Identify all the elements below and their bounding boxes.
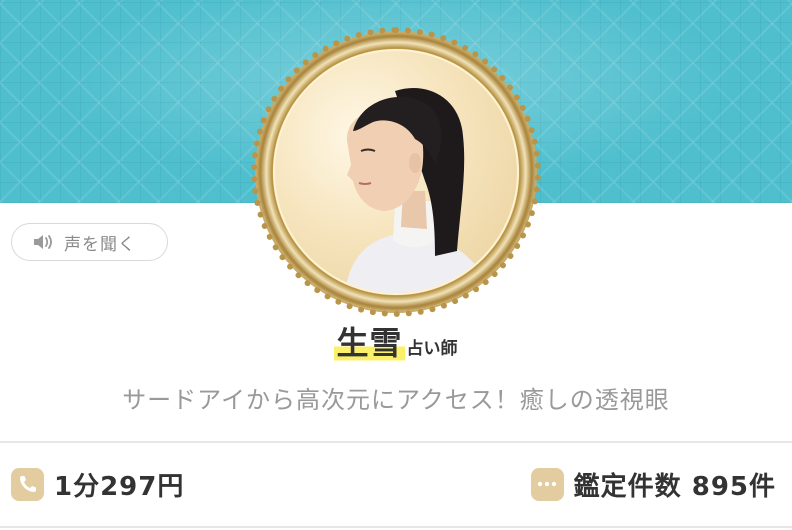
phone-icon [11, 467, 44, 501]
avatar-frame [251, 27, 541, 317]
reading-count-stat: 鑑定件数 895件 [530, 464, 776, 504]
fortune-teller-name: 生雪 [334, 318, 405, 364]
listen-voice-label: 声を聞く [64, 234, 136, 255]
fortune-teller-name-block: 生雪 占い師 [0, 318, 792, 364]
chat-bubble-icon [530, 467, 564, 501]
title-suffix: 占い師 [406, 339, 458, 359]
divider [0, 441, 792, 443]
avatar[interactable] [273, 49, 519, 295]
speaker-icon [32, 232, 54, 252]
reading-count: 鑑定件数 895件 [573, 471, 776, 502]
price-stat: 1分297円 [11, 464, 184, 504]
price-per-minute: 1分297円 [54, 471, 185, 502]
profile-tagline: サードアイから高次元にアクセス！癒しの透視眼 [122, 386, 670, 414]
divider [0, 526, 792, 528]
listen-voice-button[interactable]: 声を聞く [11, 223, 168, 261]
